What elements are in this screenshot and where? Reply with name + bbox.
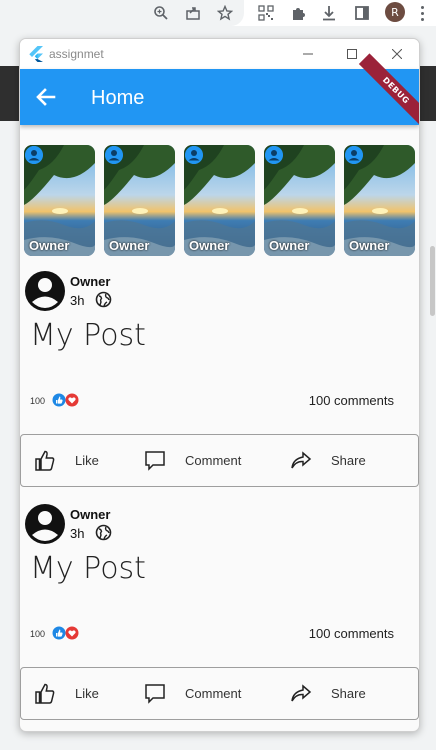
feed[interactable]: Owner Owner Owner Owner Owner Owner 3h M…: [20, 125, 419, 731]
flutter-logo-icon: [29, 46, 43, 62]
qr-code-icon[interactable]: [256, 3, 276, 23]
window-title: assignmet: [49, 47, 104, 61]
minimize-icon[interactable]: [296, 43, 320, 65]
zoom-icon[interactable]: [151, 3, 171, 23]
post-text: My Post: [30, 318, 146, 353]
comment-button[interactable]: Comment: [143, 435, 241, 486]
comment-label: Comment: [185, 453, 242, 468]
story-card[interactable]: Owner: [264, 145, 335, 256]
globe-icon: [95, 524, 112, 541]
comment-icon: [145, 450, 165, 471]
story-avatar-icon: [105, 146, 123, 164]
post-actions: Like Comment Share: [20, 434, 419, 487]
browser-toolbar: R: [0, 0, 436, 26]
reactions-icon[interactable]: [52, 625, 82, 641]
post-actions: Like Comment Share: [20, 667, 419, 720]
story-name: Owner: [29, 238, 70, 253]
download-icon[interactable]: [319, 3, 339, 23]
post-owner-name[interactable]: Owner: [70, 507, 110, 522]
page-scrollbar[interactable]: [430, 246, 435, 316]
reactions-icon[interactable]: [52, 392, 82, 408]
reaction-count: 100: [30, 396, 46, 406]
page-title: Home: [91, 87, 145, 109]
comment-count[interactable]: 100 comments: [309, 393, 394, 408]
share-label: Share: [331, 453, 366, 468]
share-label: Share: [331, 686, 366, 701]
like-button[interactable]: Like: [33, 435, 99, 486]
post-owner-name[interactable]: Owner: [70, 274, 110, 289]
star-icon[interactable]: [215, 3, 235, 23]
story-card[interactable]: Owner: [184, 145, 255, 256]
sidebar-icon[interactable]: [352, 3, 372, 23]
story-name: Owner: [269, 238, 310, 253]
post-text: My Post: [30, 551, 146, 586]
story-avatar-icon: [25, 146, 43, 164]
story-name: Owner: [189, 238, 230, 253]
story-avatar-icon: [265, 146, 283, 164]
share-button[interactable]: Share: [289, 668, 366, 719]
post-time: 3h: [70, 526, 85, 541]
like-button[interactable]: Like: [33, 668, 99, 719]
account-circle-icon[interactable]: [24, 270, 66, 312]
back-arrow-icon[interactable]: [32, 83, 60, 111]
story-avatar-icon: [345, 146, 363, 164]
close-icon[interactable]: [385, 43, 409, 65]
story-name: Owner: [349, 238, 390, 253]
app-bar: Home DEBUG: [20, 53, 419, 128]
extensions-icon[interactable]: [288, 3, 308, 23]
share-button[interactable]: Share: [289, 435, 366, 486]
story-card[interactable]: Owner: [24, 145, 95, 256]
story-card[interactable]: Owner: [104, 145, 175, 256]
globe-icon: [95, 291, 112, 308]
like-label: Like: [75, 686, 99, 701]
app-window: assignmet Home DEBUG Owner Owner Owner O…: [19, 38, 420, 732]
comment-count[interactable]: 100 comments: [309, 626, 394, 641]
account-circle-icon[interactable]: [24, 503, 66, 545]
comment-icon: [145, 683, 165, 704]
comment-button[interactable]: Comment: [143, 668, 241, 719]
like-label: Like: [75, 453, 99, 468]
share-icon[interactable]: [183, 3, 203, 23]
address-bar[interactable]: [0, 0, 244, 26]
thumbs-up-icon: [35, 683, 55, 704]
background-page: [0, 66, 19, 121]
share-arrow-icon: [291, 450, 312, 468]
share-arrow-icon: [291, 683, 312, 701]
post-time: 3h: [70, 293, 85, 308]
reaction-count: 100: [30, 629, 46, 639]
stories-row[interactable]: Owner Owner Owner Owner Owner: [24, 145, 419, 257]
profile-avatar[interactable]: R: [385, 2, 405, 22]
comment-label: Comment: [185, 686, 242, 701]
story-card[interactable]: Owner: [344, 145, 415, 256]
story-name: Owner: [109, 238, 150, 253]
thumbs-up-icon: [35, 450, 55, 471]
background-page: [420, 66, 436, 121]
browser-menu-icon[interactable]: [414, 2, 430, 24]
story-avatar-icon: [185, 146, 203, 164]
